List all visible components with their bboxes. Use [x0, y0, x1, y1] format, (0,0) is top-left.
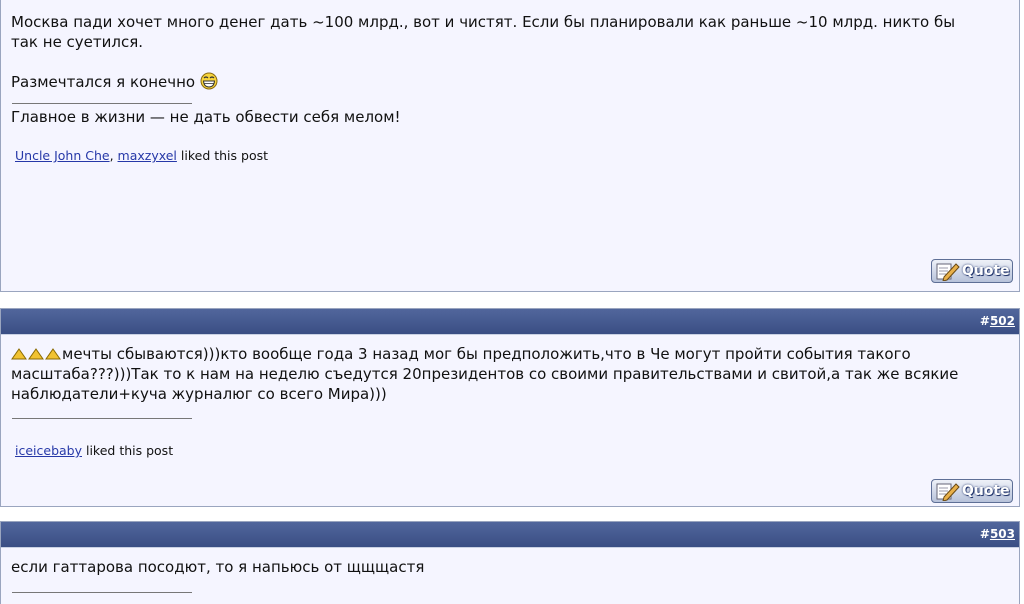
- signature-divider: [12, 103, 192, 104]
- post-text-line: так не суетился.: [11, 33, 144, 51]
- post-number: #503: [979, 527, 1015, 541]
- signature: Главное в жизни — не дать обвести себя м…: [11, 108, 401, 126]
- post-body: мечты сбываются)))кто вообще года 3 наза…: [1, 344, 1021, 404]
- post-502: #502 мечты сбываются)))кто вообще года 3…: [0, 308, 1020, 507]
- liker-link[interactable]: iceicebaby: [15, 443, 82, 458]
- post-text-line: Москва пади хочет много денег дать ~100 …: [11, 13, 956, 31]
- post-permalink[interactable]: 502: [990, 314, 1015, 328]
- post-header-bar: #503: [1, 522, 1019, 548]
- post-text-line: наблюдатели+куча журналюг со всего Мира)…: [11, 385, 387, 403]
- post-text-line: Размечтался я конечно: [11, 72, 1011, 92]
- warning-triangle-icon: [45, 348, 61, 360]
- post-number: #502: [979, 314, 1015, 328]
- post-501: Москва пади хочет много денег дать ~100 …: [0, 0, 1020, 292]
- post-body: Москва пади хочет много денег дать ~100 …: [1, 12, 1021, 92]
- post-header-bar: #502: [1, 309, 1019, 335]
- post-body: если гаттарова посодют, то я напьюсь от …: [1, 557, 1021, 577]
- liked-text: liked this post: [180, 148, 269, 163]
- quote-button[interactable]: Quote: [931, 479, 1013, 503]
- quote-label: Quote: [962, 263, 1010, 279]
- quote-pencil-icon: [936, 483, 960, 501]
- likes-line: Uncle John Che, maxzyxel liked this post: [15, 148, 269, 163]
- likes-line: iceicebaby liked this post: [1, 443, 173, 458]
- laughing-smiley-icon: [200, 72, 218, 90]
- quote-pencil-icon: [936, 263, 960, 281]
- warning-triangle-icon: [11, 348, 27, 360]
- signature-divider: [12, 592, 192, 593]
- post-text-line: масштаба???)))Так то к нам на неделю съе…: [11, 365, 959, 383]
- signature-divider: [12, 418, 192, 419]
- liked-text: liked this post: [85, 443, 174, 458]
- post-text-line: мечты сбываются)))кто вообще года 3 наза…: [11, 344, 1011, 364]
- quote-label: Quote: [962, 483, 1010, 499]
- post-text-line: если гаттарова посодют, то я напьюсь от …: [11, 558, 425, 576]
- liker-link[interactable]: maxzyxel: [118, 148, 177, 163]
- post-503: #503 если гаттарова посодют, то я напьюс…: [0, 521, 1020, 604]
- quote-button[interactable]: Quote: [931, 259, 1013, 283]
- warning-triangle-icon: [28, 348, 44, 360]
- post-permalink[interactable]: 503: [990, 527, 1015, 541]
- liker-link[interactable]: Uncle John Che: [15, 148, 110, 163]
